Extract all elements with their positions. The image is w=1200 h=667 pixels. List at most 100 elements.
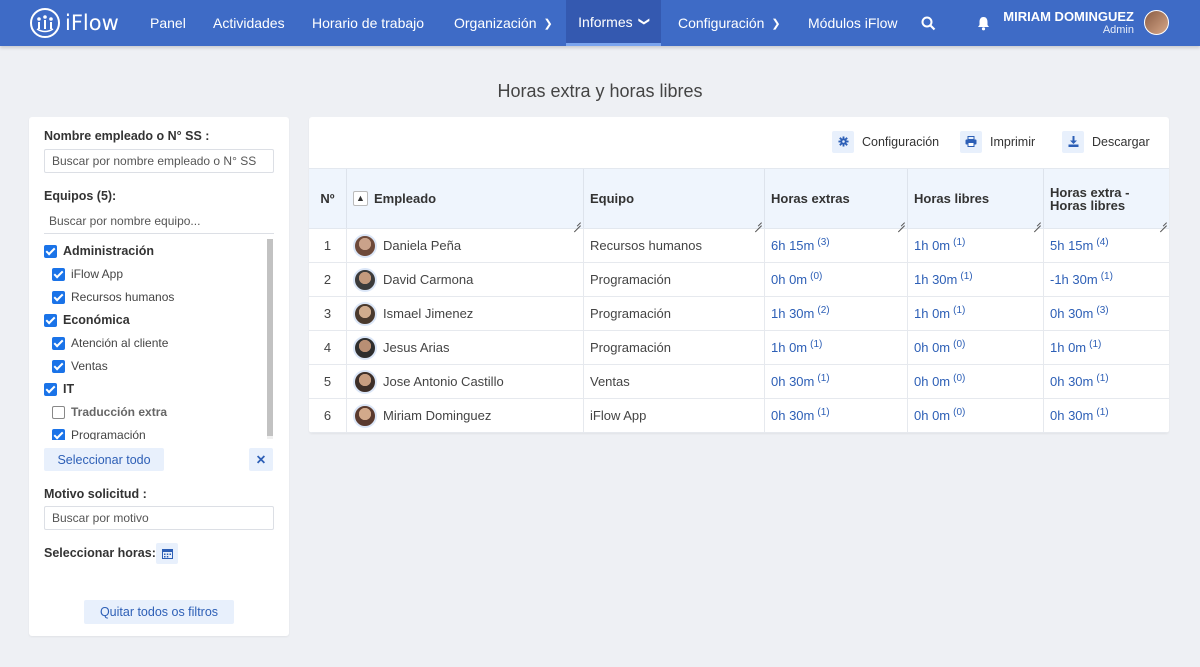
checkbox[interactable]: [44, 382, 57, 396]
nav-informes[interactable]: Informes ❯: [566, 0, 661, 46]
header-label: Empleado: [374, 191, 437, 206]
cell-diff[interactable]: 0h 30m (3): [1044, 297, 1169, 330]
cell-text: David Carmona: [383, 272, 474, 287]
top-navbar: iFlow Panel Actividades Horario de traba…: [0, 0, 1200, 46]
avatar[interactable]: [1144, 10, 1169, 35]
download-icon: [1062, 130, 1084, 153]
cell-employee: Daniela Peña: [347, 229, 584, 262]
column-header-free[interactable]: Horas libres: [908, 169, 1044, 228]
resize-handle[interactable]: [1159, 218, 1167, 226]
nav-actividades[interactable]: Actividades: [213, 0, 285, 46]
table-row[interactable]: 6 Miriam Dominguez iFlow App 0h 30m (1) 0h 0m…: [309, 399, 1169, 433]
count-badge: (1): [817, 407, 830, 418]
search-icon[interactable]: [921, 0, 936, 46]
cell-extra[interactable]: 0h 30m (1): [765, 399, 908, 432]
cell-diff[interactable]: 5h 15m (4): [1044, 229, 1169, 262]
scrollbar-thumb[interactable]: [267, 239, 273, 436]
checkbox[interactable]: [52, 428, 65, 440]
cell-text: 0h 0m: [914, 374, 951, 389]
cell-team: Programación: [584, 331, 765, 364]
team-item-administracion[interactable]: Administración: [44, 244, 154, 258]
count-badge: (1): [1096, 407, 1109, 418]
sort-up-icon[interactable]: ▲: [353, 191, 368, 206]
cell-text: Programación: [590, 306, 671, 321]
column-header-no[interactable]: Nº: [309, 169, 347, 228]
column-header-extra[interactable]: Horas extras: [765, 169, 908, 228]
nav-horario[interactable]: Horario de trabajo: [312, 0, 424, 46]
download-button[interactable]: Descargar: [1062, 130, 1150, 153]
checkbox[interactable]: [52, 405, 65, 419]
cell-text: 1h 0m: [914, 238, 951, 253]
team-item-traduccion-extra[interactable]: Traducción extra: [52, 405, 167, 419]
nav-organizacion[interactable]: Organización ❯: [454, 0, 553, 46]
team-list-scrollbar[interactable]: [267, 239, 273, 439]
cell-extra[interactable]: 0h 0m (0): [765, 263, 908, 296]
resize-handle[interactable]: [1033, 218, 1041, 226]
cell-free[interactable]: 1h 0m (1): [908, 297, 1044, 330]
print-button[interactable]: Imprimir: [960, 130, 1035, 153]
reason-search-input[interactable]: Buscar por motivo: [44, 506, 274, 530]
cell-text: 3: [323, 306, 332, 321]
cell-diff[interactable]: 0h 30m (1): [1044, 399, 1169, 432]
table-header: Nº ▲ Empleado Equipo Horas extras Horas l…: [309, 168, 1169, 229]
cell-extra[interactable]: 6h 15m (3): [765, 229, 908, 262]
user-role: Admin: [1102, 24, 1134, 36]
column-header-difference[interactable]: Horas extra - Horas libres: [1044, 169, 1169, 228]
table-row[interactable]: 4 Jesus Arias Programación 1h 0m (1) 0h 0m (0)…: [309, 331, 1169, 365]
cell-text: 0h 30m: [1050, 306, 1094, 321]
cell-extra[interactable]: 1h 0m (1): [765, 331, 908, 364]
header-label: Equipo: [590, 191, 635, 206]
cell-text: Ventas: [590, 374, 630, 389]
cell-text: 0h 30m: [1050, 408, 1094, 423]
app-logo[interactable]: iFlow: [30, 7, 119, 39]
team-item-programacion[interactable]: Programación: [52, 428, 146, 440]
cell-extra[interactable]: 1h 30m (2): [765, 297, 908, 330]
cell-free[interactable]: 0h 0m (0): [908, 365, 1044, 398]
cell-diff[interactable]: 1h 0m (1): [1044, 331, 1169, 364]
cell-diff[interactable]: -1h 30m (1): [1044, 263, 1169, 296]
table-row[interactable]: 5 Jose Antonio Castillo Ventas 0h 30m (1) 0h …: [309, 365, 1169, 399]
resize-handle[interactable]: [897, 218, 905, 226]
cell-free[interactable]: 0h 0m (0): [908, 331, 1044, 364]
employee-search-input[interactable]: Buscar por nombre empleado o N° SS: [44, 149, 274, 173]
bell-icon[interactable]: [977, 0, 990, 46]
team-item-atencion-cliente[interactable]: Atención al cliente: [52, 336, 168, 350]
close-icon[interactable]: ✕: [249, 448, 273, 471]
configuration-button[interactable]: Configuración: [832, 130, 939, 153]
table-row[interactable]: 1 Daniela Peña Recursos humanos 6h 15m (3) 1h…: [309, 229, 1169, 263]
checkbox[interactable]: [52, 290, 65, 304]
checkbox[interactable]: [52, 336, 65, 350]
checkbox[interactable]: [52, 359, 65, 373]
nav-panel[interactable]: Panel: [150, 0, 186, 46]
nav-configuracion[interactable]: Configuración ❯: [678, 0, 781, 46]
column-header-team[interactable]: Equipo: [584, 169, 765, 228]
cell-diff[interactable]: 0h 30m (1): [1044, 365, 1169, 398]
remove-filters-button[interactable]: Quitar todos os filtros: [84, 600, 234, 624]
resize-handle[interactable]: [754, 218, 762, 226]
checkbox[interactable]: [44, 313, 57, 327]
cell-free[interactable]: 1h 30m (1): [908, 263, 1044, 296]
team-item-iflow-app[interactable]: iFlow App: [52, 267, 123, 281]
cell-free[interactable]: 0h 0m (0): [908, 399, 1044, 432]
nav-label: Informes: [578, 13, 633, 30]
select-all-button[interactable]: Seleccionar todo: [44, 448, 164, 471]
team-item-ventas[interactable]: Ventas: [52, 359, 108, 373]
cell-extra[interactable]: 0h 30m (1): [765, 365, 908, 398]
cell-free[interactable]: 1h 0m (1): [908, 229, 1044, 262]
team-item-it[interactable]: IT: [44, 382, 74, 396]
team-item-recursos-humanos[interactable]: Recursos humanos: [52, 290, 174, 304]
calendar-icon[interactable]: [156, 543, 178, 564]
team-item-economica[interactable]: Económica: [44, 313, 130, 327]
checkbox[interactable]: [52, 267, 65, 281]
nav-modulos[interactable]: Módulos iFlow: [808, 0, 897, 46]
table-row[interactable]: 3 Ismael Jimenez Programación 1h 30m (2) 1h 0…: [309, 297, 1169, 331]
user-name[interactable]: MIRIAM DOMINGUEZ: [1003, 9, 1134, 24]
table-row[interactable]: 2 David Carmona Programación 0h 0m (0) 1h 30m…: [309, 263, 1169, 297]
team-search-input[interactable]: Buscar por nombre equipo...: [44, 210, 274, 234]
print-icon: [960, 130, 982, 153]
resize-handle[interactable]: [573, 218, 581, 226]
column-header-employee[interactable]: ▲ Empleado: [347, 169, 584, 228]
checkbox[interactable]: [44, 244, 57, 258]
nav-label: Actividades: [213, 15, 285, 31]
cell-text: 6: [323, 408, 332, 423]
